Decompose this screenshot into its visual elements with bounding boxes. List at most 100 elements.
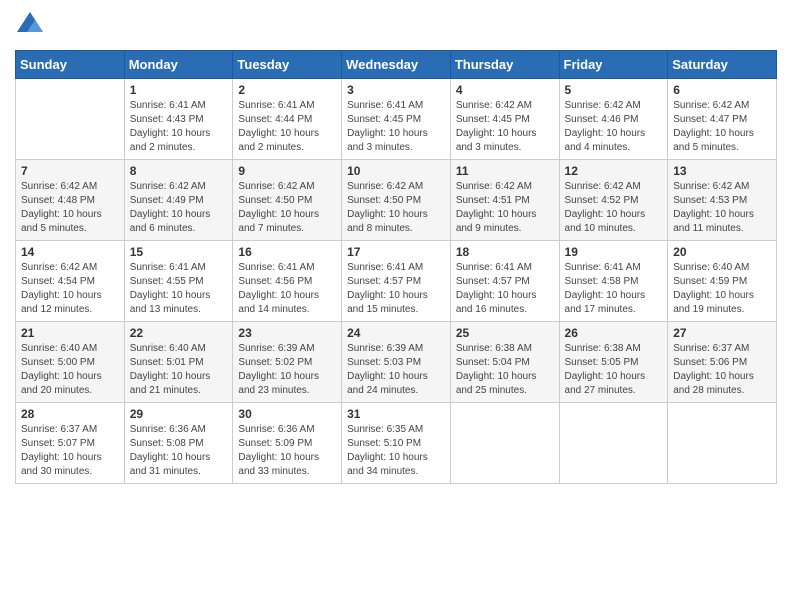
calendar-cell: 20 Sunrise: 6:40 AM Sunset: 4:59 PM Dayli… [668,241,777,322]
calendar-cell: 22 Sunrise: 6:40 AM Sunset: 5:01 PM Dayli… [124,322,233,403]
calendar-cell: 29 Sunrise: 6:36 AM Sunset: 5:08 PM Dayli… [124,403,233,484]
day-number: 20 [673,245,771,259]
day-info: Sunrise: 6:42 AM Sunset: 4:50 PM Dayligh… [238,180,336,236]
day-info: Sunrise: 6:37 AM Sunset: 5:07 PM Dayligh… [21,423,119,479]
day-number: 24 [347,326,445,340]
calendar-cell: 4 Sunrise: 6:42 AM Sunset: 4:45 PM Daylig… [450,79,559,160]
day-number: 22 [130,326,228,340]
calendar-cell: 17Sunrise: 6:41 AM Sunset: 4:57 PM Dayli… [342,241,451,322]
day-info: Sunrise: 6:42 AM Sunset: 4:52 PM Dayligh… [565,180,663,236]
day-info: Sunrise: 6:41 AM Sunset: 4:45 PM Dayligh… [347,99,445,155]
day-number: 16 [238,245,336,259]
day-number: 15 [130,245,228,259]
day-info: Sunrise: 6:41 AM Sunset: 4:55 PM Dayligh… [130,261,228,317]
calendar-cell: 15 Sunrise: 6:41 AM Sunset: 4:55 PM Dayli… [124,241,233,322]
day-info: Sunrise: 6:42 AM Sunset: 4:49 PM Dayligh… [130,180,228,236]
calendar-cell: 30Sunrise: 6:36 AM Sunset: 5:09 PM Dayli… [233,403,342,484]
day-number: 27 [673,326,771,340]
day-number: 18 [456,245,554,259]
day-info: Sunrise: 6:41 AM Sunset: 4:56 PM Dayligh… [238,261,336,317]
day-number: 21 [21,326,119,340]
calendar-cell [559,403,668,484]
day-info: Sunrise: 6:42 AM Sunset: 4:48 PM Dayligh… [21,180,119,236]
day-number: 4 [456,83,554,97]
day-number: 5 [565,83,663,97]
day-info: Sunrise: 6:42 AM Sunset: 4:54 PM Dayligh… [21,261,119,317]
day-number: 25 [456,326,554,340]
calendar-week-row: 7 Sunrise: 6:42 AM Sunset: 4:48 PM Daylig… [16,160,777,241]
calendar-cell: 10 Sunrise: 6:42 AM Sunset: 4:50 PM Dayli… [342,160,451,241]
calendar-cell: 23Sunrise: 6:39 AM Sunset: 5:02 PM Dayli… [233,322,342,403]
day-info: Sunrise: 6:36 AM Sunset: 5:08 PM Dayligh… [130,423,228,479]
day-info: Sunrise: 6:42 AM Sunset: 4:45 PM Dayligh… [456,99,554,155]
day-info: Sunrise: 6:41 AM Sunset: 4:57 PM Dayligh… [456,261,554,317]
calendar-cell: 9 Sunrise: 6:42 AM Sunset: 4:50 PM Daylig… [233,160,342,241]
day-number: 23 [238,326,336,340]
day-info: Sunrise: 6:38 AM Sunset: 5:04 PM Dayligh… [456,342,554,398]
day-info: Sunrise: 6:42 AM Sunset: 4:46 PM Dayligh… [565,99,663,155]
day-info: Sunrise: 6:38 AM Sunset: 5:05 PM Dayligh… [565,342,663,398]
day-number: 9 [238,164,336,178]
day-number: 13 [673,164,771,178]
calendar-cell: 28 Sunrise: 6:37 AM Sunset: 5:07 PM Dayli… [16,403,125,484]
logo-icon [15,10,45,40]
calendar-cell: 18 Sunrise: 6:41 AM Sunset: 4:57 PM Dayli… [450,241,559,322]
day-info: Sunrise: 6:40 AM Sunset: 5:01 PM Dayligh… [130,342,228,398]
calendar-table: SundayMondayTuesdayWednesdayThursdayFrid… [15,50,777,484]
calendar-cell [450,403,559,484]
calendar-cell: 8 Sunrise: 6:42 AM Sunset: 4:49 PM Daylig… [124,160,233,241]
day-number: 28 [21,407,119,421]
calendar-cell: 6 Sunrise: 6:42 AM Sunset: 4:47 PM Daylig… [668,79,777,160]
calendar-cell: 27 Sunrise: 6:37 AM Sunset: 5:06 PM Dayli… [668,322,777,403]
day-info: Sunrise: 6:40 AM Sunset: 4:59 PM Dayligh… [673,261,771,317]
day-info: Sunrise: 6:42 AM Sunset: 4:51 PM Dayligh… [456,180,554,236]
calendar-header: SundayMondayTuesdayWednesdayThursdayFrid… [16,51,777,79]
day-info: Sunrise: 6:37 AM Sunset: 5:06 PM Dayligh… [673,342,771,398]
calendar-cell: 31Sunrise: 6:35 AM Sunset: 5:10 PM Dayli… [342,403,451,484]
day-info: Sunrise: 6:42 AM Sunset: 4:47 PM Dayligh… [673,99,771,155]
day-number: 19 [565,245,663,259]
weekday-header-saturday: Saturday [668,51,777,79]
calendar-cell: 21 Sunrise: 6:40 AM Sunset: 5:00 PM Dayli… [16,322,125,403]
day-number: 29 [130,407,228,421]
day-info: Sunrise: 6:42 AM Sunset: 4:53 PM Dayligh… [673,180,771,236]
day-info: Sunrise: 6:41 AM Sunset: 4:44 PM Dayligh… [238,99,336,155]
calendar-cell: 1Sunrise: 6:41 AM Sunset: 4:43 PM Daylig… [124,79,233,160]
calendar-cell: 12 Sunrise: 6:42 AM Sunset: 4:52 PM Dayli… [559,160,668,241]
calendar-cell: 11 Sunrise: 6:42 AM Sunset: 4:51 PM Dayli… [450,160,559,241]
day-number: 7 [21,164,119,178]
calendar-week-row: 1Sunrise: 6:41 AM Sunset: 4:43 PM Daylig… [16,79,777,160]
header [15,10,777,40]
weekday-header-sunday: Sunday [16,51,125,79]
weekday-header-monday: Monday [124,51,233,79]
day-info: Sunrise: 6:40 AM Sunset: 5:00 PM Dayligh… [21,342,119,398]
calendar-cell: 26 Sunrise: 6:38 AM Sunset: 5:05 PM Dayli… [559,322,668,403]
day-number: 10 [347,164,445,178]
page-container: SundayMondayTuesdayWednesdayThursdayFrid… [0,0,792,499]
day-number: 14 [21,245,119,259]
weekday-header-tuesday: Tuesday [233,51,342,79]
calendar-cell: 14 Sunrise: 6:42 AM Sunset: 4:54 PM Dayli… [16,241,125,322]
day-number: 6 [673,83,771,97]
weekday-header-row: SundayMondayTuesdayWednesdayThursdayFrid… [16,51,777,79]
calendar-week-row: 14 Sunrise: 6:42 AM Sunset: 4:54 PM Dayli… [16,241,777,322]
calendar-cell [668,403,777,484]
calendar-cell: 13 Sunrise: 6:42 AM Sunset: 4:53 PM Dayli… [668,160,777,241]
day-number: 1 [130,83,228,97]
day-info: Sunrise: 6:42 AM Sunset: 4:50 PM Dayligh… [347,180,445,236]
day-number: 12 [565,164,663,178]
calendar-cell: 2 Sunrise: 6:41 AM Sunset: 4:44 PM Daylig… [233,79,342,160]
calendar-week-row: 21 Sunrise: 6:40 AM Sunset: 5:00 PM Dayli… [16,322,777,403]
weekday-header-thursday: Thursday [450,51,559,79]
day-number: 26 [565,326,663,340]
calendar-cell: 24Sunrise: 6:39 AM Sunset: 5:03 PM Dayli… [342,322,451,403]
day-number: 17 [347,245,445,259]
calendar-week-row: 28 Sunrise: 6:37 AM Sunset: 5:07 PM Dayli… [16,403,777,484]
day-number: 11 [456,164,554,178]
day-number: 2 [238,83,336,97]
day-number: 31 [347,407,445,421]
day-number: 8 [130,164,228,178]
calendar-cell: 5 Sunrise: 6:42 AM Sunset: 4:46 PM Daylig… [559,79,668,160]
day-info: Sunrise: 6:36 AM Sunset: 5:09 PM Dayligh… [238,423,336,479]
weekday-header-wednesday: Wednesday [342,51,451,79]
